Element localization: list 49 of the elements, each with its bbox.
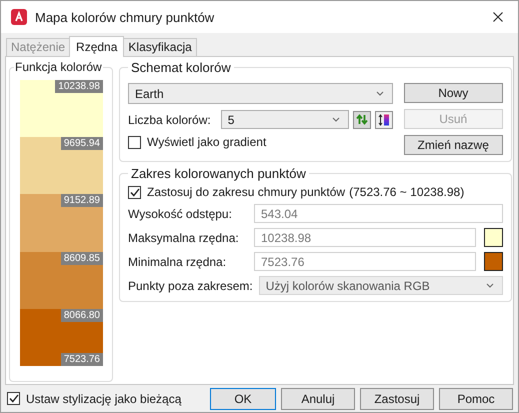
- caret-icon: [332, 117, 340, 122]
- value-label: 10238.98: [55, 80, 103, 93]
- input-field[interactable]: 10238.98: [254, 228, 476, 247]
- group-title: Funkcja kolorów: [14, 60, 103, 74]
- gradient-button[interactable]: [374, 110, 393, 128]
- value-label: 9152.89: [60, 194, 103, 208]
- button[interactable]: Anuluj: [281, 388, 355, 410]
- up-down-arrows-icon: [356, 114, 368, 125]
- field-label: Minimalna rzędna:: [128, 254, 228, 268]
- value-label: 9695.94: [60, 137, 103, 150]
- color-swatch[interactable]: [484, 228, 503, 247]
- checkbox[interactable]: [7, 392, 20, 405]
- button[interactable]: Zastosuj: [360, 388, 434, 410]
- color-swatch[interactable]: [484, 252, 503, 271]
- field-label: Maksymalna rzędna:: [128, 230, 240, 244]
- scheme-dropdown[interactable]: Earth: [128, 83, 393, 104]
- caret-icon: [486, 283, 494, 288]
- checkbox-label: Zastosuj do zakresu chmury punktów: [147, 185, 346, 199]
- input-field[interactable]: 7523.76: [254, 252, 476, 271]
- button[interactable]: Pomoc: [439, 388, 513, 410]
- tab[interactable]: Rzędna: [69, 36, 124, 57]
- range-text: (7523.76 ~ 10238.98): [349, 185, 464, 199]
- field-label: Wysokość odstępu:: [128, 206, 233, 220]
- reverse-button[interactable]: [352, 110, 371, 128]
- checkbox[interactable]: [128, 186, 141, 198]
- close-icon: [493, 12, 503, 22]
- button[interactable]: OK: [210, 388, 276, 410]
- tab[interactable]: Klasyfikacja: [123, 38, 197, 56]
- value-label: 7523.76: [60, 353, 103, 366]
- group-title: Schemat kolorów: [130, 60, 232, 75]
- group-title: Zakres kolorowanych punktów: [130, 166, 307, 181]
- button[interactable]: Zmień nazwę: [404, 135, 503, 155]
- checkbox-label: Wyświetl jako gradient: [147, 135, 266, 149]
- caret-icon: [376, 91, 384, 96]
- color-ramp-icon: [378, 114, 390, 126]
- value-label: 8609.85: [60, 252, 103, 265]
- app-icon: [11, 9, 27, 25]
- checkmark-icon: [8, 394, 18, 403]
- checkmark-icon: [130, 188, 140, 196]
- field-label: Liczba kolorów:: [128, 112, 211, 126]
- color-count-dropdown[interactable]: 5: [220, 110, 349, 129]
- window-title: Mapa kolorów chmury punktów: [35, 10, 216, 24]
- checkbox[interactable]: [128, 136, 141, 148]
- button[interactable]: Nowy: [404, 83, 503, 103]
- value-label: 8066.80: [60, 308, 103, 322]
- checkbox-label: Ustaw stylizację jako bieżącą: [26, 392, 182, 406]
- input-field[interactable]: 543.04: [254, 204, 503, 223]
- field-label: Punkty poza zakresem:: [128, 278, 253, 292]
- outside-range-dropdown[interactable]: Użyj kolorów skanowania RGB: [258, 276, 503, 295]
